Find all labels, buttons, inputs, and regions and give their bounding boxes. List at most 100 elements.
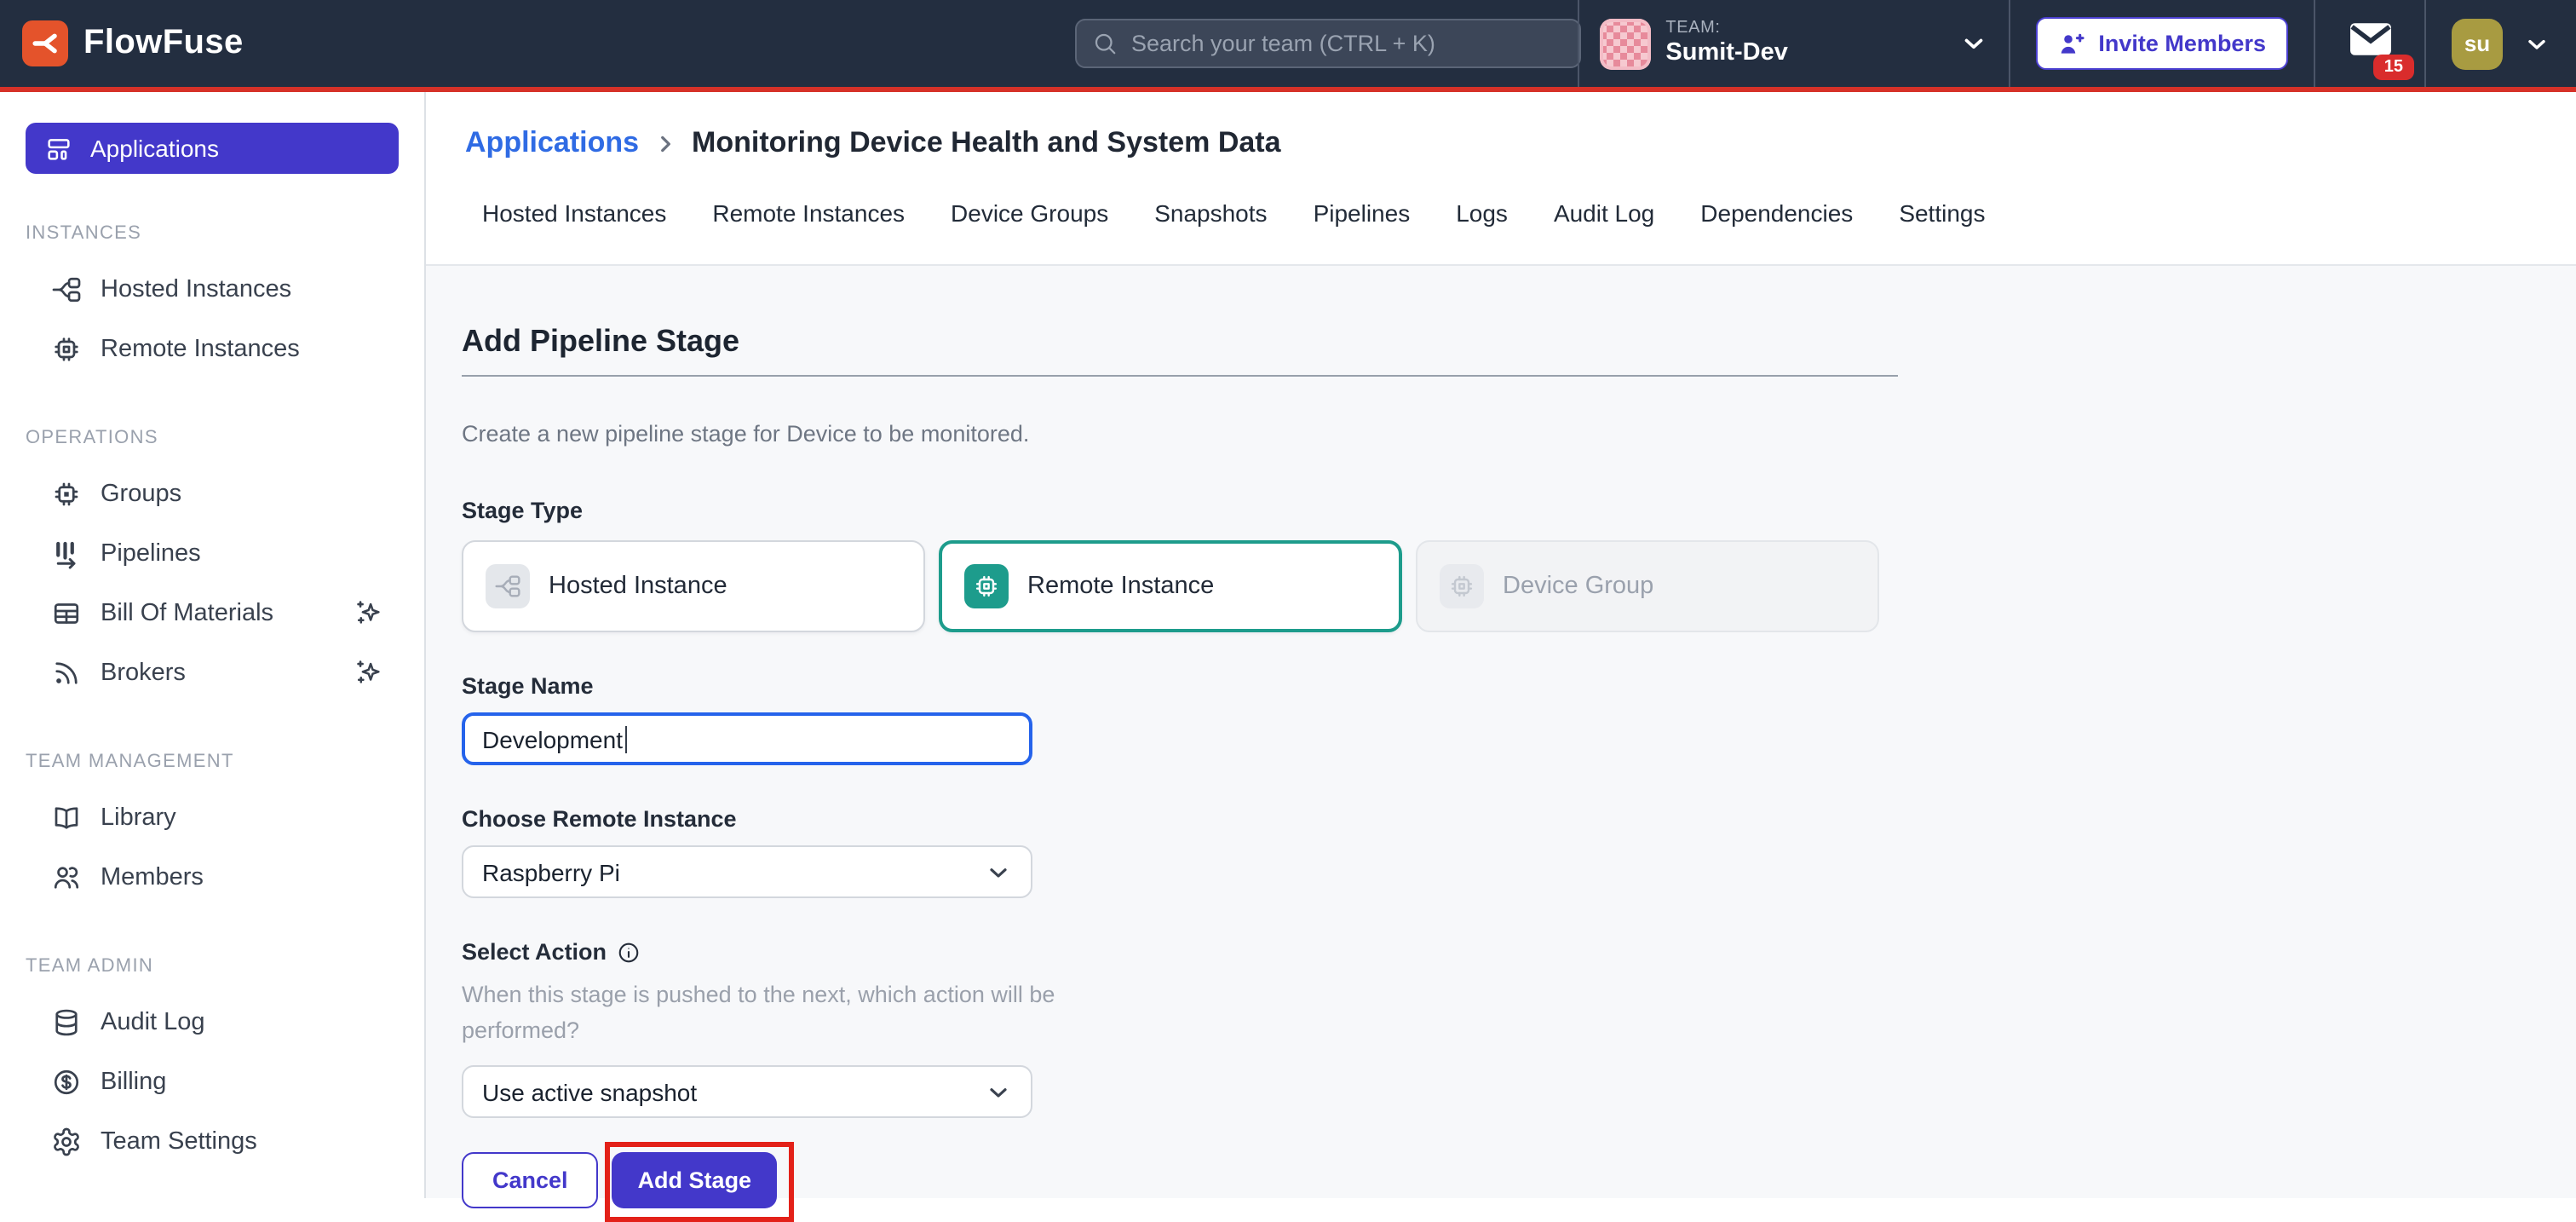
hosted-instance-icon <box>486 564 530 608</box>
search-input[interactable]: Search your team (CTRL + K) <box>1075 19 1581 68</box>
main-content: Applications Monitoring Device Health an… <box>426 92 2576 1198</box>
team-selector[interactable]: TEAM: Sumit-Dev <box>1578 0 2008 87</box>
team-settings-icon <box>51 1126 82 1156</box>
search-icon <box>1092 31 1118 56</box>
divider <box>462 375 1898 377</box>
stage-type-hosted-instance[interactable]: Hosted Instance <box>462 540 925 632</box>
flowfuse-logo-icon <box>22 20 68 66</box>
applications-icon <box>44 134 73 163</box>
billing-icon <box>51 1066 82 1097</box>
sidebar-item-team-settings[interactable]: Team Settings <box>0 1111 424 1171</box>
remote-instance-select[interactable]: Raspberry Pi <box>462 845 1032 898</box>
avatar: su <box>2452 18 2503 69</box>
notifications-button[interactable]: 15 <box>2349 22 2391 65</box>
sidebar-item-label: Audit Log <box>101 1008 205 1035</box>
app-window: FlowFuse Search your team (CTRL + K) TEA… <box>0 0 2576 1198</box>
sidebar-item-groups[interactable]: Groups <box>0 464 424 523</box>
pipelines-icon <box>51 538 82 568</box>
add-stage-button[interactable]: Add Stage <box>612 1152 778 1208</box>
cancel-button[interactable]: Cancel <box>462 1152 599 1208</box>
action-value: Use active snapshot <box>482 1078 697 1105</box>
sidebar-item-label: Remote Instances <box>101 335 300 362</box>
form-title: Add Pipeline Stage <box>462 324 2576 360</box>
select-action-hint: When this stage is pushed to the next, w… <box>462 977 1075 1048</box>
page-title: Monitoring Device Health and System Data <box>692 126 1281 160</box>
sidebar-item-label: Members <box>101 863 204 891</box>
tab-dependencies[interactable]: Dependencies <box>1700 199 1853 227</box>
sidebar-item-label: Brokers <box>101 659 186 686</box>
top-navbar: FlowFuse Search your team (CTRL + K) TEA… <box>0 0 2576 92</box>
stage-name-input[interactable]: Development <box>462 712 1032 765</box>
stage-type-option-label: Hosted Instance <box>549 573 727 600</box>
notifications-wrap: 15 <box>2315 0 2424 87</box>
stage-name-label: Stage Name <box>462 673 2576 699</box>
remote-instance-value: Raspberry Pi <box>482 858 620 885</box>
page-header: Applications Monitoring Device Health an… <box>426 92 2576 266</box>
sidebar-item-applications[interactable]: Applications <box>26 123 399 174</box>
chevron-down-icon <box>1958 29 1987 58</box>
stage-type-option-label: Device Group <box>1503 573 1653 600</box>
invite-members-button[interactable]: Invite Members <box>2035 17 2288 70</box>
sidebar-item-label: Billing <box>101 1068 166 1095</box>
invite-members-icon <box>2057 30 2084 57</box>
user-menu[interactable]: su <box>2426 0 2576 87</box>
sidebar-item-label: Pipelines <box>101 539 201 567</box>
library-icon <box>51 802 82 833</box>
stage-type-device-group: Device Group <box>1416 540 1879 632</box>
sparkles-icon <box>354 598 383 627</box>
choose-remote-instance-label: Choose Remote Instance <box>462 806 2576 832</box>
sidebar-item-label: Bill Of Materials <box>101 599 273 626</box>
invite-members-label: Invite Members <box>2098 31 2266 56</box>
tab-audit-log[interactable]: Audit Log <box>1554 199 1654 227</box>
sidebar-item-members[interactable]: Members <box>0 847 424 907</box>
audit-log-icon <box>51 1006 82 1037</box>
team-avatar <box>1599 18 1650 69</box>
tab-hosted-instances[interactable]: Hosted Instances <box>482 199 666 227</box>
sidebar-section-title: OPERATIONS <box>26 428 424 448</box>
sidebar-item-brokers[interactable]: Brokers <box>0 643 424 702</box>
tab-device-groups[interactable]: Device Groups <box>951 199 1108 227</box>
notification-badge: 15 <box>2374 55 2413 80</box>
add-stage-wrap: Add Stage <box>612 1152 778 1208</box>
chevron-down-icon <box>985 1078 1012 1105</box>
action-select[interactable]: Use active snapshot <box>462 1065 1032 1118</box>
stage-type-label: Stage Type <box>462 498 2576 523</box>
tab-logs[interactable]: Logs <box>1456 199 1508 227</box>
stage-type-remote-instance[interactable]: Remote Instance <box>939 540 1402 632</box>
tab-pipelines[interactable]: Pipelines <box>1314 199 1411 227</box>
team-label: TEAM: <box>1665 20 1787 39</box>
sidebar-item-billing[interactable]: Billing <box>0 1052 424 1111</box>
chevron-down-icon <box>985 858 1012 885</box>
search-placeholder: Search your team (CTRL + K) <box>1131 31 1435 56</box>
brand-name: FlowFuse <box>83 24 244 63</box>
sidebar-item-label: Team Settings <box>101 1127 257 1155</box>
text-cursor <box>624 725 627 752</box>
sidebar-item-label: Library <box>101 804 176 831</box>
sidebar: Applications INSTANCES Hosted Instances … <box>0 92 426 1198</box>
chevron-right-icon <box>654 132 676 154</box>
flowfuse-logo[interactable]: FlowFuse <box>22 20 244 66</box>
sidebar-item-bill-of-materials[interactable]: Bill Of Materials <box>0 583 424 643</box>
groups-icon <box>51 478 82 509</box>
sidebar-item-label: Groups <box>101 480 181 507</box>
tab-settings[interactable]: Settings <box>1899 199 1985 227</box>
breadcrumb-applications-link[interactable]: Applications <box>465 126 639 160</box>
chevron-down-icon <box>2523 30 2550 57</box>
tab-remote-instances[interactable]: Remote Instances <box>712 199 905 227</box>
form-description: Create a new pipeline stage for Device t… <box>462 421 2576 447</box>
form-actions: Cancel Add Stage <box>462 1152 2576 1208</box>
sidebar-item-pipelines[interactable]: Pipelines <box>0 523 424 583</box>
tab-snapshots[interactable]: Snapshots <box>1154 199 1267 227</box>
sidebar-item-remote-instances[interactable]: Remote Instances <box>0 319 424 378</box>
info-icon[interactable] <box>617 940 641 964</box>
sidebar-item-label: Hosted Instances <box>101 275 291 303</box>
remote-instance-icon <box>964 564 1009 608</box>
sidebar-item-library[interactable]: Library <box>0 787 424 847</box>
device-group-icon <box>1440 564 1484 608</box>
breadcrumb: Applications Monitoring Device Health an… <box>426 92 2576 160</box>
sparkles-icon <box>354 658 383 687</box>
sidebar-item-audit-log[interactable]: Audit Log <box>0 992 424 1052</box>
sidebar-section-title: TEAM MANAGEMENT <box>26 752 424 772</box>
hosted-instances-icon <box>51 274 82 304</box>
sidebar-item-hosted-instances[interactable]: Hosted Instances <box>0 259 424 319</box>
